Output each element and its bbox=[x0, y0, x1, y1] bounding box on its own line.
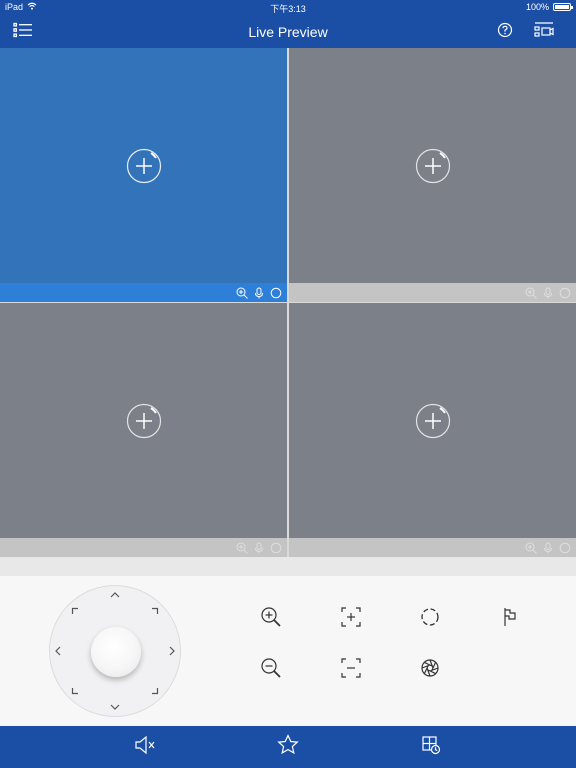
direction-pad[interactable] bbox=[49, 585, 181, 717]
iris-open-button[interactable] bbox=[417, 606, 443, 632]
layout-button[interactable] bbox=[418, 735, 444, 759]
snapshot-icon[interactable] bbox=[269, 541, 282, 554]
video-area[interactable] bbox=[0, 48, 287, 283]
video-window-3[interactable] bbox=[0, 303, 287, 557]
snapshot-icon[interactable] bbox=[558, 286, 571, 299]
microphone-icon[interactable] bbox=[252, 541, 265, 554]
device-list-icon bbox=[533, 21, 555, 44]
flag-icon bbox=[500, 606, 520, 633]
focus-near-button[interactable] bbox=[338, 606, 364, 632]
bottom-toolbar bbox=[0, 726, 576, 768]
add-camera-icon[interactable] bbox=[415, 403, 451, 439]
digital-zoom-icon[interactable] bbox=[235, 286, 248, 299]
arrow-up-icon[interactable] bbox=[109, 589, 121, 601]
add-camera-icon[interactable] bbox=[126, 403, 162, 439]
video-area[interactable] bbox=[289, 48, 576, 283]
arrow-up-right-icon[interactable] bbox=[149, 605, 161, 617]
zoom-out-button[interactable] bbox=[258, 657, 284, 683]
window-layout-icon bbox=[421, 735, 441, 760]
joystick-knob[interactable] bbox=[91, 627, 141, 677]
battery-text: 100% bbox=[525, 2, 549, 12]
arrow-down-left-icon[interactable] bbox=[69, 685, 81, 697]
arrow-right-icon[interactable] bbox=[166, 645, 178, 657]
panel-divider bbox=[0, 557, 576, 576]
video-window-1[interactable] bbox=[0, 48, 287, 302]
arrow-up-left-icon[interactable] bbox=[69, 605, 81, 617]
video-window-2[interactable] bbox=[289, 48, 576, 302]
arrow-left-icon[interactable] bbox=[52, 645, 64, 657]
video-window-4[interactable] bbox=[289, 303, 576, 557]
iris-close-button[interactable] bbox=[417, 657, 443, 683]
microphone-icon[interactable] bbox=[541, 286, 554, 299]
arrow-down-icon[interactable] bbox=[109, 701, 121, 713]
status-time: 下午3:13 bbox=[270, 4, 306, 14]
video-area[interactable] bbox=[289, 303, 576, 538]
status-right: 100% bbox=[525, 2, 573, 12]
mute-button[interactable] bbox=[132, 735, 158, 759]
focus-plus-icon bbox=[340, 606, 362, 633]
ptz-panel bbox=[0, 576, 576, 726]
help-button[interactable] bbox=[492, 20, 518, 44]
microphone-icon[interactable] bbox=[541, 541, 554, 554]
add-camera-icon[interactable] bbox=[126, 148, 162, 184]
window-toolbar bbox=[0, 283, 287, 302]
digital-zoom-icon[interactable] bbox=[524, 541, 537, 554]
favorite-button[interactable] bbox=[275, 734, 301, 760]
preset-button[interactable] bbox=[497, 606, 523, 632]
zoom-in-button[interactable] bbox=[258, 606, 284, 632]
add-camera-icon[interactable] bbox=[415, 148, 451, 184]
star-icon bbox=[277, 734, 299, 760]
iris-close-icon bbox=[419, 657, 441, 684]
digital-zoom-icon[interactable] bbox=[524, 286, 537, 299]
digital-zoom-icon[interactable] bbox=[235, 541, 248, 554]
speaker-mute-icon bbox=[133, 735, 157, 760]
focus-minus-icon bbox=[340, 657, 362, 684]
window-toolbar bbox=[289, 538, 576, 557]
snapshot-icon[interactable] bbox=[558, 541, 571, 554]
help-icon bbox=[497, 22, 513, 43]
window-toolbar bbox=[289, 283, 576, 302]
page-title: Live Preview bbox=[248, 24, 328, 40]
iris-open-icon bbox=[419, 606, 441, 633]
status-bar: iPad 下午3:13 100% bbox=[0, 0, 576, 15]
video-area[interactable] bbox=[0, 303, 287, 538]
microphone-icon[interactable] bbox=[252, 286, 265, 299]
nav-bar: Live Preview bbox=[0, 15, 576, 48]
zoom-in-icon bbox=[260, 606, 282, 633]
window-toolbar bbox=[0, 538, 287, 557]
device-list-button[interactable] bbox=[531, 20, 557, 44]
focus-far-button[interactable] bbox=[338, 657, 364, 683]
video-grid bbox=[0, 48, 576, 557]
battery-icon bbox=[553, 3, 573, 11]
snapshot-icon[interactable] bbox=[269, 286, 282, 299]
zoom-out-icon bbox=[260, 657, 282, 684]
arrow-down-right-icon[interactable] bbox=[149, 685, 161, 697]
